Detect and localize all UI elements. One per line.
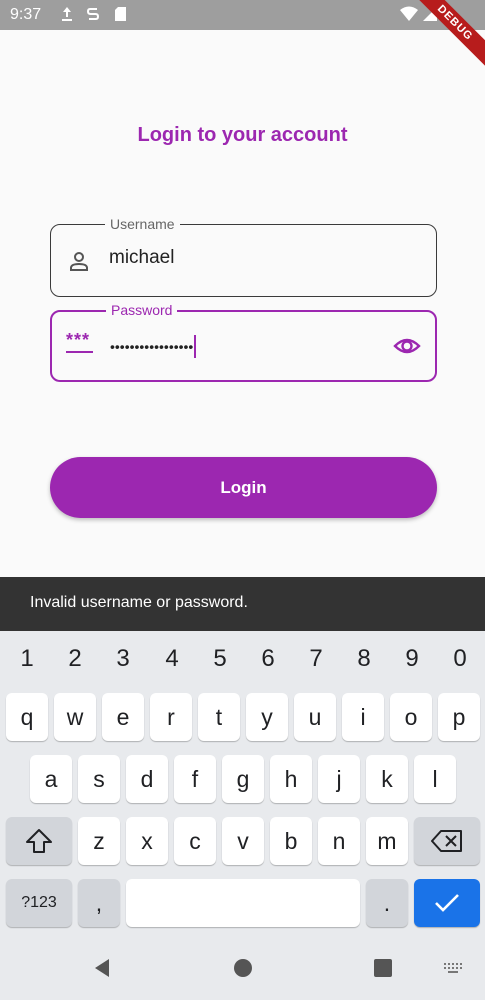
key-q[interactable]: q bbox=[6, 693, 48, 741]
shift-key[interactable] bbox=[6, 817, 72, 865]
key-1[interactable]: 1 bbox=[12, 645, 42, 673]
key-4[interactable]: 4 bbox=[157, 645, 187, 673]
password-icon-text: *** bbox=[66, 330, 91, 350]
navigation-bar bbox=[0, 940, 485, 1000]
text-caret bbox=[194, 335, 197, 358]
key-8[interactable]: 8 bbox=[349, 645, 379, 673]
error-snackbar: Invalid username or password. bbox=[0, 577, 485, 631]
s-notification-icon bbox=[86, 6, 100, 25]
page-title: Login to your account bbox=[137, 124, 348, 146]
login-button[interactable]: Login bbox=[50, 457, 437, 518]
backspace-icon bbox=[431, 830, 462, 852]
key-r[interactable]: r bbox=[150, 693, 192, 741]
key-0[interactable]: 0 bbox=[445, 645, 475, 673]
username-label: Username bbox=[105, 216, 180, 232]
space-key[interactable] bbox=[126, 879, 360, 927]
password-icon: *** bbox=[66, 330, 93, 353]
key-d[interactable]: d bbox=[126, 755, 168, 803]
enter-key[interactable] bbox=[414, 879, 480, 927]
key-e[interactable]: e bbox=[102, 693, 144, 741]
wifi-icon bbox=[400, 6, 418, 27]
key-7[interactable]: 7 bbox=[301, 645, 331, 673]
shift-icon bbox=[26, 829, 52, 853]
key-m[interactable]: m bbox=[366, 817, 408, 865]
number-row: 1 2 3 4 5 6 7 8 9 0 bbox=[0, 631, 485, 689]
checkmark-icon bbox=[435, 894, 459, 912]
key-o[interactable]: o bbox=[390, 693, 432, 741]
status-bar: 9:37 bbox=[0, 0, 485, 30]
key-9[interactable]: 9 bbox=[397, 645, 427, 673]
key-6[interactable]: 6 bbox=[253, 645, 283, 673]
key-y[interactable]: y bbox=[246, 693, 288, 741]
home-icon[interactable] bbox=[233, 958, 253, 983]
status-time: 9:37 bbox=[10, 6, 42, 23]
snackbar-message: Invalid username or password. bbox=[30, 594, 248, 611]
password-label: Password bbox=[106, 302, 178, 318]
password-field[interactable]: Password *** ••••••••••••••••• bbox=[50, 302, 437, 382]
key-l[interactable]: l bbox=[414, 755, 456, 803]
key-5[interactable]: 5 bbox=[205, 645, 235, 673]
back-icon[interactable] bbox=[92, 958, 112, 983]
key-j[interactable]: j bbox=[318, 755, 360, 803]
key-b[interactable]: b bbox=[270, 817, 312, 865]
key-v[interactable]: v bbox=[222, 817, 264, 865]
key-x[interactable]: x bbox=[126, 817, 168, 865]
backspace-key[interactable] bbox=[414, 817, 480, 865]
key-f[interactable]: f bbox=[174, 755, 216, 803]
eye-icon[interactable] bbox=[393, 332, 421, 365]
key-w[interactable]: w bbox=[54, 693, 96, 741]
key-g[interactable]: g bbox=[222, 755, 264, 803]
person-icon bbox=[67, 249, 91, 278]
key-h[interactable]: h bbox=[270, 755, 312, 803]
comma-key[interactable]: , bbox=[78, 879, 120, 927]
key-n[interactable]: n bbox=[318, 817, 360, 865]
key-c[interactable]: c bbox=[174, 817, 216, 865]
password-value: ••••••••••••••••• bbox=[110, 338, 194, 355]
username-input[interactable]: michael bbox=[109, 247, 174, 269]
keyboard-switch-icon[interactable] bbox=[444, 962, 464, 980]
symbols-key[interactable]: ?123 bbox=[6, 879, 72, 927]
sd-card-icon bbox=[114, 6, 127, 25]
key-u[interactable]: u bbox=[294, 693, 336, 741]
period-key[interactable]: . bbox=[366, 879, 408, 927]
notification-icon bbox=[60, 6, 74, 25]
username-field[interactable]: Username michael bbox=[50, 216, 437, 297]
key-k[interactable]: k bbox=[366, 755, 408, 803]
password-input[interactable]: ••••••••••••••••• bbox=[110, 335, 197, 358]
key-2[interactable]: 2 bbox=[60, 645, 90, 673]
key-3[interactable]: 3 bbox=[108, 645, 138, 673]
key-i[interactable]: i bbox=[342, 693, 384, 741]
key-p[interactable]: p bbox=[438, 693, 480, 741]
key-t[interactable]: t bbox=[198, 693, 240, 741]
key-s[interactable]: s bbox=[78, 755, 120, 803]
key-z[interactable]: z bbox=[78, 817, 120, 865]
key-a[interactable]: a bbox=[30, 755, 72, 803]
recents-icon[interactable] bbox=[373, 958, 393, 983]
